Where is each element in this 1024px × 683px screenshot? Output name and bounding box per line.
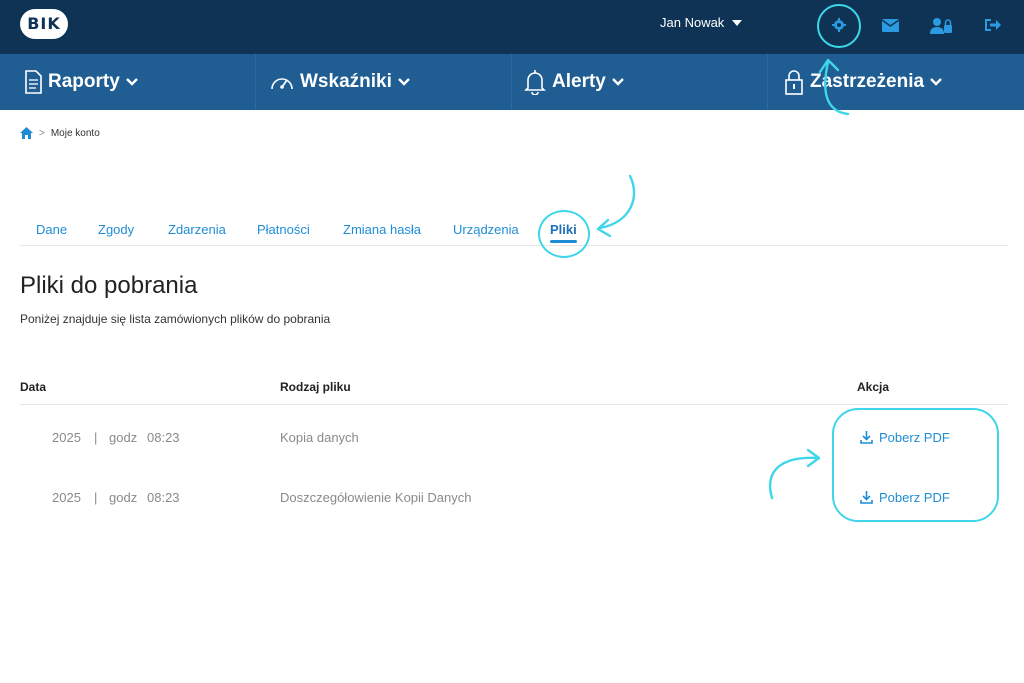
- arrow-to-pliki: [598, 174, 636, 230]
- annotation-arrows: [596, 58, 850, 500]
- arrow-to-gear-head: [818, 58, 840, 74]
